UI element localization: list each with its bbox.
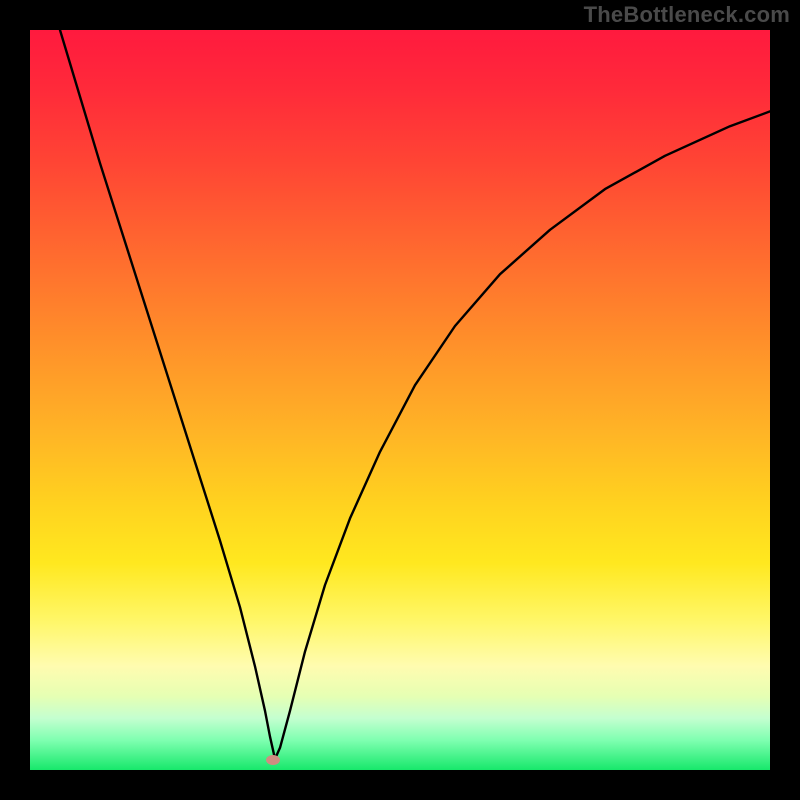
bottleneck-curve — [30, 30, 770, 770]
chart-frame: TheBottleneck.com — [0, 0, 800, 800]
watermark-text: TheBottleneck.com — [584, 2, 790, 28]
min-point-marker — [266, 755, 280, 765]
plot-area — [30, 30, 770, 770]
